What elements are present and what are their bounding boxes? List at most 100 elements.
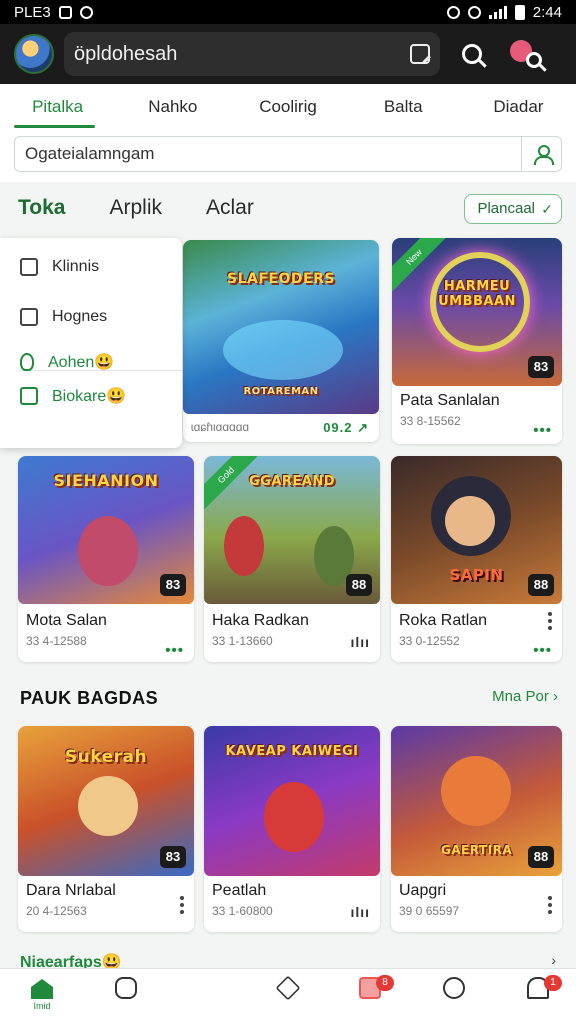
nav-games[interactable] <box>106 977 146 1017</box>
art-title: HARMEU UMBBAAN <box>438 279 516 310</box>
card-subtitle: 39 0 65597 <box>399 904 460 918</box>
art-subtitle: ROTAREMAN <box>243 386 319 398</box>
card-title: Roka Ratlan <box>399 612 488 629</box>
card-meta: 09.2 ↗ <box>323 420 369 435</box>
edit-icon[interactable] <box>410 44 430 64</box>
notification-icon <box>58 5 72 19</box>
menu-item-biokare[interactable]: Biokare😃 <box>20 386 126 406</box>
profile-search-button[interactable] <box>504 32 548 76</box>
card-title: Mota Salan <box>26 612 107 629</box>
kebab-menu-icon[interactable] <box>548 612 552 633</box>
card-badge: 88 <box>528 574 554 596</box>
menu-item-label: Hognes <box>52 308 108 325</box>
stats-icon[interactable]: ılıı <box>350 904 370 920</box>
notification-badge: 1 <box>544 975 562 991</box>
game-card[interactable]: SAPIN 88 Roka Ratlan 33 0-12552 ••• <box>391 456 562 662</box>
dropdown-menu: Klinnis Hognes Aohen😃 Biokare😃 <box>0 238 182 448</box>
nav-settings[interactable] <box>434 977 474 1017</box>
see-more-link[interactable]: Mna Por › <box>492 688 558 705</box>
sync-icon <box>79 5 93 19</box>
search-button[interactable] <box>450 32 494 76</box>
card-subtitle: 20 4-12563 <box>26 904 87 918</box>
card-title: Dara Nrlabal <box>26 882 116 899</box>
game-art: SAPIN 88 <box>391 456 562 604</box>
user-icon <box>533 145 554 165</box>
note-icon <box>20 308 38 326</box>
chevron-right-icon[interactable]: › <box>551 952 556 968</box>
user-filter-button[interactable] <box>521 137 561 171</box>
stats-icon[interactable]: ılıı <box>350 634 370 650</box>
game-card[interactable]: SIEHANION 83 Mota Salan 33 4-12588 ••• <box>18 456 194 662</box>
card-title: Haka Radkan <box>212 612 309 629</box>
filter-input[interactable]: Ogateialamngam <box>14 136 562 172</box>
section-title: PAUK BAGDAS <box>20 688 159 708</box>
bottom-nav: Imid 8 1 <box>0 968 576 1024</box>
card-subtitle: 33 4-12588 <box>26 634 87 648</box>
wifi-icon <box>467 5 481 19</box>
nav-home-label: Imid <box>33 1001 51 1011</box>
card-subtitle: 33 8-15562 <box>400 414 461 428</box>
kebab-menu-icon[interactable] <box>180 896 184 917</box>
card-subtitle: 33 0-12552 <box>399 634 460 648</box>
menu-item-label: Biokare😃 <box>52 388 127 405</box>
more-options-icon[interactable]: ••• <box>165 642 184 659</box>
tab-balta[interactable]: Balta <box>346 84 461 130</box>
tab-nahko[interactable]: Nahko <box>115 84 230 130</box>
game-art: SLAFEODERS ROTAREMAN <box>183 240 379 414</box>
game-card[interactable]: KAVEAP KAIWEGI Peatlah 33 1-60800 ılıı <box>204 726 380 932</box>
edit-icon <box>20 258 38 276</box>
mic-icon <box>20 353 34 371</box>
menu-item-label: Klinnis <box>52 258 100 275</box>
nav-home[interactable]: Imid <box>22 977 62 1017</box>
art-title: SLAFEODERS <box>227 271 335 288</box>
card-badge: 83 <box>160 574 186 596</box>
card-badge: 88 <box>346 574 372 596</box>
game-card[interactable]: Sukerah 83 Dara Nrlabal 20 4-12563 <box>18 726 194 932</box>
nav-explore[interactable] <box>268 975 308 1017</box>
bookmark-icon <box>20 387 38 405</box>
status-bar: PLE3 2:44 <box>0 0 576 24</box>
art-title: GGAREAND <box>248 473 336 489</box>
menu-item-klinnis[interactable]: Klinnis <box>20 258 99 276</box>
art-title: SIEHANION <box>53 470 159 490</box>
search-icon <box>526 52 542 68</box>
gear-icon <box>443 977 465 999</box>
art-title: Sukerah <box>64 747 148 767</box>
card-subtitle: 33 1-13660 <box>212 634 273 648</box>
app-bar: öpldohesah <box>0 24 576 84</box>
tab-coolirig[interactable]: Coolirig <box>230 84 345 130</box>
game-card[interactable]: GAERTIRA 88 Uapgri 39 0 65597 <box>391 726 562 932</box>
card-title: Uapgri <box>399 882 447 899</box>
plan-button[interactable]: Plancaal <box>464 194 562 224</box>
game-card[interactable]: HARMEU UMBBAAN 83 New Pata Sanlalan 33 8… <box>392 238 562 444</box>
kebab-menu-icon[interactable] <box>548 896 552 917</box>
tab-pitalka[interactable]: Pitalka <box>0 84 115 130</box>
subtab-aclar[interactable]: Aclar <box>206 196 254 220</box>
alarm-icon <box>446 5 460 19</box>
subtab-toka[interactable]: Toka <box>18 196 65 220</box>
menu-item-label: Aohen😃 <box>48 354 115 371</box>
game-card[interactable]: SLAFEODERS ROTAREMAN ɩɑɕɦιɑɑɑɑɑ 09.2 ↗ <box>183 240 379 442</box>
card-badge: 83 <box>528 356 554 378</box>
tab-diadar[interactable]: Diadar <box>461 84 576 130</box>
game-art: KAVEAP KAIWEGI <box>204 726 380 876</box>
nav-profile[interactable]: 1 <box>518 975 562 1017</box>
battery-icon <box>514 4 525 20</box>
menu-item-aohen[interactable]: Aohen😃 <box>20 352 114 372</box>
menu-item-hognes[interactable]: Hognes <box>20 308 107 326</box>
art-title: GAERTIRA <box>440 843 513 857</box>
nav-messages[interactable]: 8 <box>350 975 394 1017</box>
avatar[interactable] <box>14 34 54 74</box>
home-icon <box>31 979 53 999</box>
signal-icon <box>488 5 507 19</box>
card-badge: 88 <box>528 846 554 868</box>
search-icon <box>462 44 482 64</box>
more-options-icon[interactable]: ••• <box>533 422 552 439</box>
compass-icon <box>275 975 301 1001</box>
game-art: Sukerah 83 <box>18 726 194 876</box>
game-card[interactable]: GGAREAND 88 Gold Haka Radkan 33 1-13660 … <box>204 456 380 662</box>
filter-placeholder: Ogateialamngam <box>25 144 155 163</box>
search-input[interactable]: öpldohesah <box>64 32 440 76</box>
more-options-icon[interactable]: ••• <box>533 642 552 659</box>
subtab-arplik[interactable]: Arplik <box>109 196 162 220</box>
